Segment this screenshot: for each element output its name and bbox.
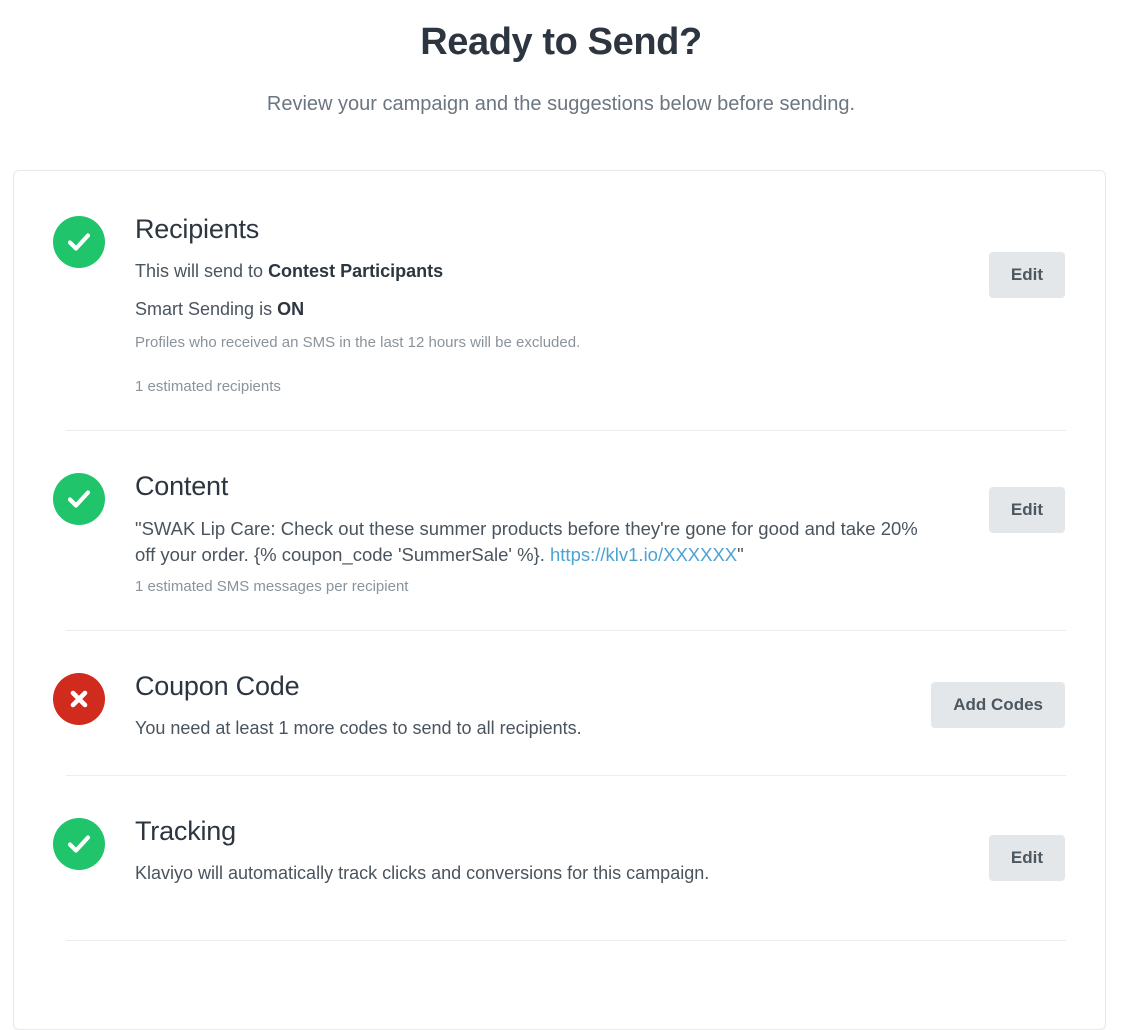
recipients-audience-value: Contest Participants [268, 261, 444, 281]
check-circle-icon [53, 473, 105, 525]
section-divider [66, 940, 1066, 941]
edit-tracking-button[interactable]: Edit [988, 835, 1065, 881]
content-message-closing-quote: " [737, 544, 744, 565]
recipients-audience-prefix: This will send to [135, 261, 269, 281]
recipients-estimate: 1 estimated recipients [135, 378, 281, 395]
tracking-message: Klaviyo will automatically track clicks … [135, 863, 710, 883]
content-message-preview: "SWAK Lip Care: Check out these summer p… [135, 516, 935, 568]
add-codes-button[interactable]: Add Codes [931, 682, 1065, 728]
section-tracking: Tracking Klaviyo will automatically trac… [14, 776, 1105, 940]
recipients-action: Edit [988, 252, 1065, 298]
section-body-tracking: Tracking Klaviyo will automatically trac… [105, 814, 1065, 886]
smart-sending-line: Smart Sending is ON [135, 296, 1045, 322]
section-body-content: Content "SWAK Lip Care: Check out these … [105, 469, 1065, 598]
page-title: Ready to Send? [420, 21, 702, 63]
edit-content-button[interactable]: Edit [988, 487, 1065, 533]
tracking-action: Edit [988, 835, 1065, 881]
section-recipients: Recipients This will send to Contest Par… [14, 171, 1105, 430]
review-card: Recipients This will send to Contest Par… [13, 170, 1106, 1030]
coupon-code-action: Add Codes [931, 682, 1065, 728]
edit-recipients-button[interactable]: Edit [988, 252, 1065, 298]
page-subtitle: Review your campaign and the suggestions… [266, 93, 856, 115]
section-content: Content "SWAK Lip Care: Check out these … [14, 431, 1105, 630]
section-title-recipients: Recipients [135, 214, 260, 244]
recipients-audience-line: This will send to Contest Participants [135, 258, 1045, 284]
coupon-code-message: You need at least 1 more codes to send t… [135, 718, 582, 738]
smart-sending-value: ON [277, 299, 305, 319]
section-body-recipients: Recipients This will send to Contest Par… [105, 212, 1065, 398]
review-page: Ready to Send? Review your campaign and … [0, 0, 1122, 1030]
section-title-coupon-code: Coupon Code [135, 671, 300, 701]
content-action: Edit [988, 487, 1065, 533]
section-title-tracking: Tracking [135, 816, 236, 846]
content-message-text: "SWAK Lip Care: Check out these summer p… [135, 518, 918, 565]
check-circle-icon [53, 818, 105, 870]
section-coupon-code: Coupon Code You need at least 1 more cod… [14, 631, 1105, 775]
smart-sending-prefix: Smart Sending is [135, 299, 278, 319]
page-header: Ready to Send? Review your campaign and … [0, 0, 1122, 118]
smart-sending-note: Profiles who received an SMS in the last… [135, 334, 581, 351]
check-circle-icon [53, 216, 105, 268]
section-title-content: Content [135, 471, 229, 501]
section-body-coupon-code: Coupon Code You need at least 1 more cod… [105, 669, 1065, 741]
content-message-link[interactable]: https://klv1.io/XXXXXX [550, 544, 737, 565]
content-estimate: 1 estimated SMS messages per recipient [135, 578, 409, 595]
x-circle-icon [53, 673, 105, 725]
